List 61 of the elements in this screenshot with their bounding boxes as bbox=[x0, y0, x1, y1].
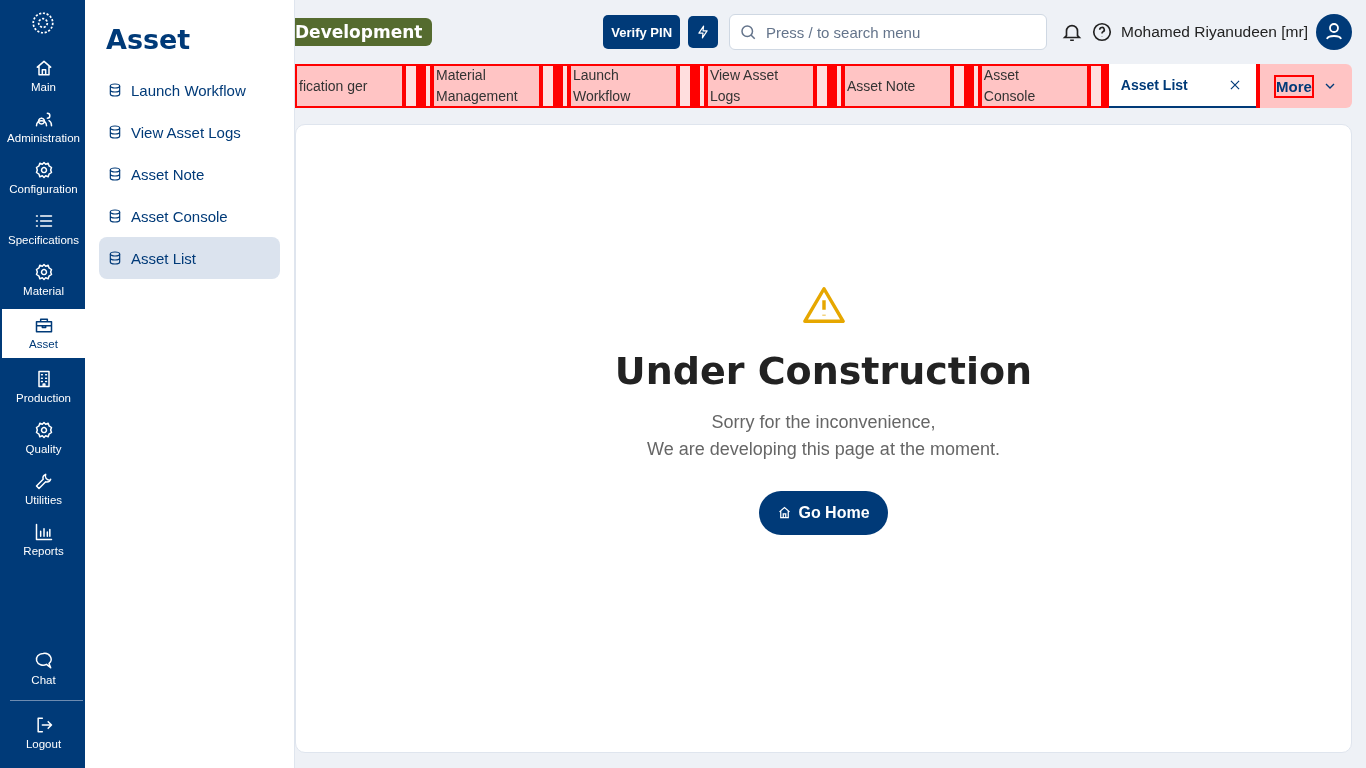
nav-item[interactable]: Logout bbox=[2, 711, 85, 755]
database-icon bbox=[107, 82, 123, 98]
nav-item[interactable]: Material bbox=[2, 258, 85, 302]
tab-separator bbox=[540, 64, 569, 108]
submenu-item[interactable]: Asset Note bbox=[99, 153, 280, 195]
avatar-icon[interactable] bbox=[1316, 14, 1352, 50]
user-name[interactable]: Mohamed Riyanudeen [mr] bbox=[1121, 23, 1308, 41]
nav-item[interactable]: Specifications bbox=[2, 207, 85, 251]
gear-icon bbox=[33, 262, 54, 282]
logo-icon bbox=[29, 10, 56, 36]
notice-text: Sorry for the inconvenience, bbox=[711, 410, 936, 434]
users-icon bbox=[33, 109, 54, 129]
tab[interactable]: Asset List bbox=[1108, 64, 1256, 108]
help-icon[interactable] bbox=[1091, 21, 1114, 43]
nav-item[interactable]: Utilities bbox=[2, 467, 85, 511]
tab[interactable]: View Asset Logs bbox=[705, 64, 815, 108]
nav-item[interactable]: Configuration bbox=[2, 156, 85, 200]
submenu-item[interactable]: Launch Workflow bbox=[99, 69, 280, 111]
nav-item[interactable]: Quality bbox=[2, 416, 85, 460]
tab[interactable]: Material Management bbox=[431, 64, 541, 108]
nav-item[interactable]: Reports bbox=[2, 518, 85, 562]
tab-separator bbox=[951, 64, 980, 108]
chart-icon bbox=[33, 522, 54, 542]
tab[interactable]: Launch Workflow bbox=[568, 64, 678, 108]
verify-pin-button[interactable]: Verify PIN bbox=[603, 15, 681, 49]
notice-text: We are developing this page at the moment. bbox=[647, 437, 1000, 461]
database-icon bbox=[107, 208, 123, 224]
search-icon bbox=[739, 23, 758, 41]
go-home-button[interactable]: Go Home bbox=[759, 490, 888, 535]
tab-separator bbox=[677, 64, 706, 108]
environment-badge: Development bbox=[295, 18, 433, 46]
submenu-item[interactable]: Asset Console bbox=[99, 195, 280, 237]
nav-item[interactable]: Asset bbox=[2, 309, 85, 358]
nav-item[interactable]: Chat bbox=[2, 647, 85, 691]
submenu-title: Asset bbox=[106, 24, 192, 55]
submenu-item[interactable]: View Asset Logs bbox=[99, 111, 280, 153]
more-button[interactable]: More bbox=[1256, 64, 1352, 108]
nav-item[interactable]: Main bbox=[2, 54, 85, 98]
gear-icon bbox=[33, 160, 54, 180]
submenu-item[interactable]: Asset List bbox=[99, 237, 280, 279]
tab-separator bbox=[403, 64, 432, 108]
nav-item[interactable]: Administration bbox=[2, 105, 85, 149]
tab[interactable]: fication ger bbox=[295, 64, 404, 108]
notice-title: Under Construction bbox=[614, 348, 1033, 393]
tab-separator bbox=[814, 64, 843, 108]
tab[interactable]: Asset Console bbox=[979, 64, 1089, 108]
chat-icon bbox=[33, 651, 54, 671]
close-icon[interactable] bbox=[1228, 78, 1242, 92]
tab[interactable]: Asset Note bbox=[842, 64, 952, 108]
database-icon bbox=[107, 250, 123, 266]
nav-item[interactable]: Production bbox=[2, 365, 85, 409]
gear-icon bbox=[33, 420, 54, 440]
quick-action-button[interactable] bbox=[688, 16, 719, 48]
wrench-icon bbox=[33, 471, 54, 491]
lightning-icon bbox=[696, 25, 711, 39]
database-icon bbox=[107, 124, 123, 140]
briefcase-icon bbox=[33, 315, 54, 335]
home-icon bbox=[777, 505, 793, 520]
tab-separator bbox=[1088, 64, 1109, 108]
search-field[interactable]: Press / to search menu bbox=[729, 14, 1048, 50]
database-icon bbox=[107, 166, 123, 182]
